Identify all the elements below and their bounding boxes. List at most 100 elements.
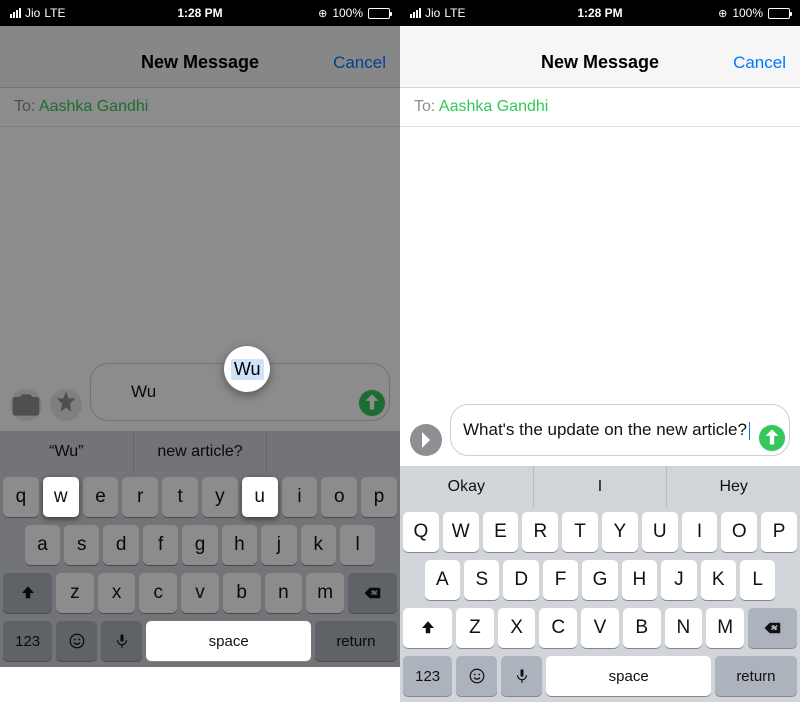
message-input[interactable]: What's the update on the new article?	[450, 404, 790, 456]
quicktype-suggestion[interactable]: Hey	[667, 466, 800, 508]
key-r[interactable]: R	[522, 512, 558, 552]
key-g[interactable]: g	[182, 525, 217, 565]
key-v[interactable]: V	[581, 608, 619, 648]
to-field[interactable]: To: Aashka Gandhi	[400, 88, 800, 127]
key-m[interactable]: m	[306, 573, 344, 613]
key-f[interactable]: F	[543, 560, 578, 600]
battery-icon	[368, 8, 390, 19]
key-p[interactable]: p	[361, 477, 397, 517]
key-w[interactable]: W	[443, 512, 479, 552]
carrier-label: Jio	[425, 6, 440, 20]
arrow-up-icon	[359, 390, 385, 416]
key-a[interactable]: a	[25, 525, 60, 565]
carrier-label: Jio	[25, 6, 40, 20]
key-e[interactable]: e	[83, 477, 119, 517]
recipient-name: Aashka Gandhi	[439, 98, 548, 115]
key-i[interactable]: I	[682, 512, 718, 552]
quicktype-suggestion[interactable]	[267, 431, 400, 473]
key-k[interactable]: k	[301, 525, 336, 565]
phone-screenshot-left: Jio LTE 1:28 PM ⊕ 100% New Message Cance…	[0, 0, 400, 702]
key-o[interactable]: o	[321, 477, 357, 517]
key-p[interactable]: P	[761, 512, 797, 552]
key-t[interactable]: T	[562, 512, 598, 552]
key-x[interactable]: X	[498, 608, 536, 648]
key-z[interactable]: Z	[456, 608, 494, 648]
text-shortcut-popup: Wu	[224, 346, 270, 392]
space-key[interactable]: space	[546, 656, 710, 696]
cancel-button[interactable]: Cancel	[733, 53, 786, 73]
phone-screenshot-right: Jio LTE 1:28 PM ⊕ 100% New Message Cance…	[400, 0, 800, 702]
emoji-key[interactable]	[56, 621, 97, 661]
send-button[interactable]	[359, 390, 385, 416]
key-o[interactable]: O	[721, 512, 757, 552]
delete-key[interactable]	[748, 608, 797, 648]
key-h[interactable]: h	[222, 525, 257, 565]
key-q[interactable]: Q	[403, 512, 439, 552]
quicktype-suggestion[interactable]: Okay	[400, 466, 534, 508]
key-h[interactable]: H	[622, 560, 657, 600]
message-input[interactable]: Wu Wu	[90, 363, 390, 421]
numbers-key[interactable]: 123	[403, 656, 452, 696]
key-g[interactable]: G	[582, 560, 617, 600]
key-r[interactable]: r	[122, 477, 158, 517]
key-s[interactable]: S	[464, 560, 499, 600]
key-c[interactable]: c	[139, 573, 177, 613]
delete-key[interactable]	[348, 573, 397, 613]
text-caret	[749, 422, 750, 440]
key-q[interactable]: q	[3, 477, 39, 517]
key-i[interactable]: i	[282, 477, 318, 517]
key-e[interactable]: E	[483, 512, 519, 552]
return-key[interactable]: return	[315, 621, 397, 661]
dictation-key[interactable]	[501, 656, 542, 696]
key-u[interactable]: U	[642, 512, 678, 552]
key-y[interactable]: Y	[602, 512, 638, 552]
message-input-text: Wu	[131, 381, 186, 402]
key-d[interactable]: D	[503, 560, 538, 600]
key-s[interactable]: s	[64, 525, 99, 565]
key-b[interactable]: B	[623, 608, 661, 648]
network-label: LTE	[444, 6, 465, 20]
key-t[interactable]: t	[162, 477, 198, 517]
send-button[interactable]	[759, 425, 785, 451]
key-w[interactable]: w	[43, 477, 79, 517]
shift-key[interactable]	[3, 573, 52, 613]
key-v[interactable]: v	[181, 573, 219, 613]
key-l[interactable]: l	[340, 525, 375, 565]
return-key[interactable]: return	[715, 656, 797, 696]
conversation-area	[0, 127, 400, 357]
quicktype-suggestion[interactable]: I	[534, 466, 668, 508]
appstore-button[interactable]	[50, 389, 82, 421]
key-k[interactable]: K	[701, 560, 736, 600]
appstore-icon	[50, 389, 82, 421]
key-c[interactable]: C	[539, 608, 577, 648]
quicktype-suggestion[interactable]: “Wu”	[0, 431, 134, 473]
key-m[interactable]: M	[706, 608, 744, 648]
cancel-button[interactable]: Cancel	[333, 53, 386, 73]
key-l[interactable]: L	[740, 560, 775, 600]
nav-bar: New Message Cancel	[0, 38, 400, 88]
key-x[interactable]: x	[98, 573, 136, 613]
key-u[interactable]: u	[242, 477, 278, 517]
key-n[interactable]: N	[665, 608, 703, 648]
key-d[interactable]: d	[103, 525, 138, 565]
quicktype-bar: Okay I Hey	[400, 466, 800, 508]
chevron-right-icon	[410, 424, 442, 456]
key-a[interactable]: A	[425, 560, 460, 600]
space-key[interactable]: space	[146, 621, 310, 661]
key-y[interactable]: y	[202, 477, 238, 517]
expand-apps-button[interactable]	[410, 424, 442, 456]
key-f[interactable]: f	[143, 525, 178, 565]
to-field[interactable]: To: Aashka Gandhi	[0, 88, 400, 127]
shift-key[interactable]	[403, 608, 452, 648]
numbers-key[interactable]: 123	[3, 621, 52, 661]
key-j[interactable]: j	[261, 525, 296, 565]
key-z[interactable]: z	[56, 573, 94, 613]
key-j[interactable]: J	[661, 560, 696, 600]
key-b[interactable]: b	[223, 573, 261, 613]
clock: 1:28 PM	[177, 6, 222, 20]
key-n[interactable]: n	[265, 573, 303, 613]
quicktype-suggestion[interactable]: new article?	[134, 431, 268, 473]
emoji-key[interactable]	[456, 656, 497, 696]
camera-button[interactable]	[10, 389, 42, 421]
dictation-key[interactable]	[101, 621, 142, 661]
